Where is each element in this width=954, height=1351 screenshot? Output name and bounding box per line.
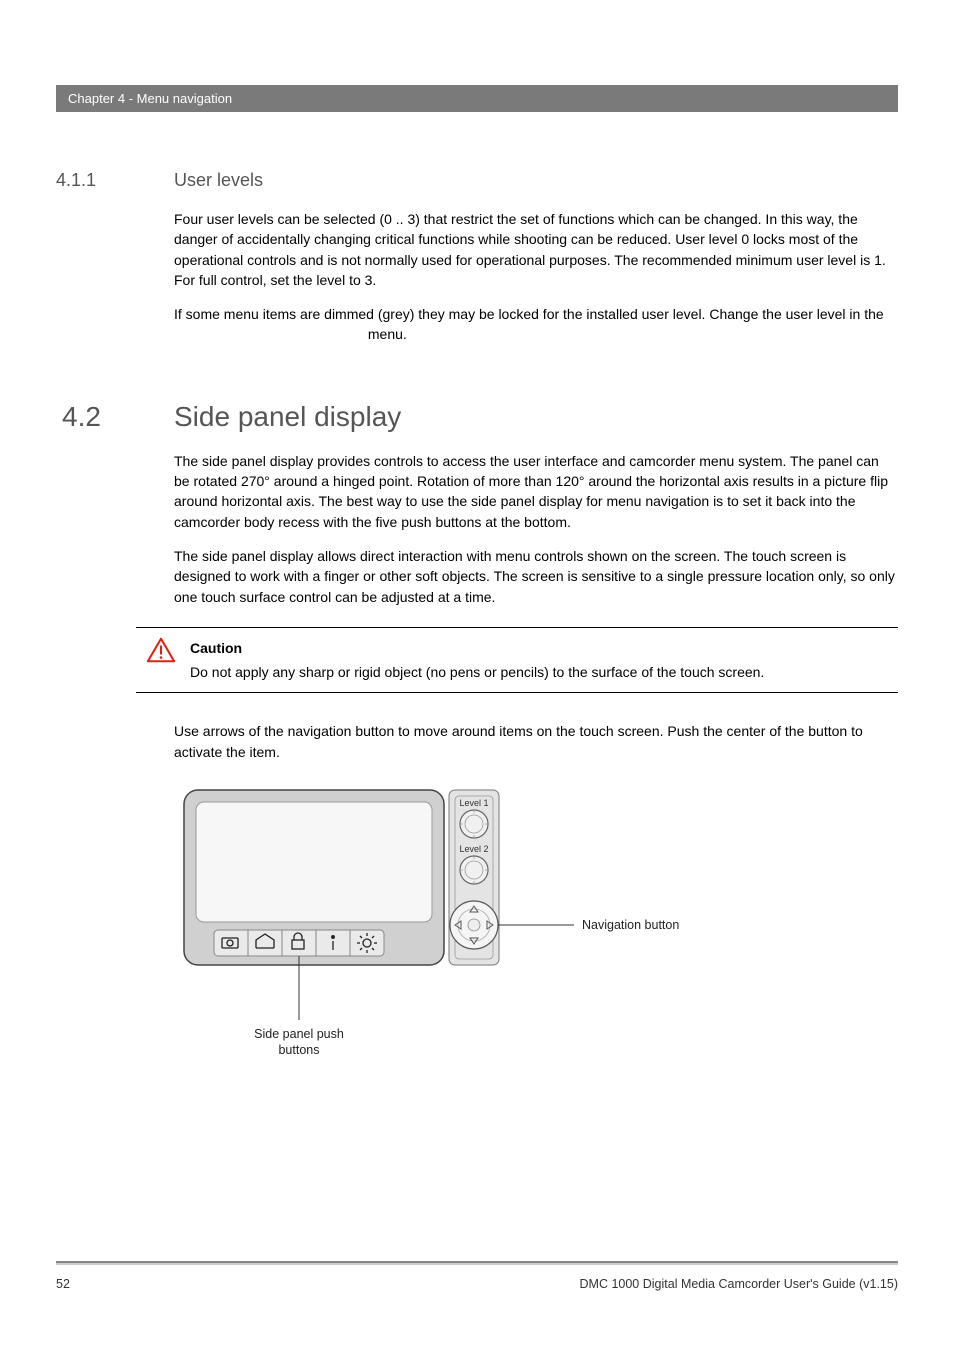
footer-rule [56, 1261, 898, 1265]
paragraph: Four user levels can be selected (0 .. 3… [174, 209, 898, 290]
paragraph: The side panel display provides controls… [174, 451, 898, 532]
page-footer: 52 DMC 1000 Digital Media Camcorder User… [56, 1277, 898, 1291]
paragraph: If some menu items are dimmed (grey) the… [174, 304, 898, 345]
section-number: 4.2 [56, 401, 174, 433]
section-4-2-body-2: Use arrows of the navigation button to m… [174, 721, 898, 762]
text: If some menu items are dimmed (grey) the… [174, 306, 884, 322]
caution-text: Do not apply any sharp or rigid object (… [190, 664, 764, 680]
section-4-2-header: 4.2 Side panel display [56, 401, 898, 433]
text: menu. [368, 326, 407, 342]
svg-text:Side panel push: Side panel push [254, 1027, 344, 1041]
svg-text:buttons: buttons [278, 1043, 319, 1057]
paragraph: The side panel display allows direct int… [174, 546, 898, 607]
caution-label: Caution [190, 638, 898, 658]
caution-icon [146, 636, 176, 664]
chapter-bar: Chapter 4 - Menu navigation [56, 85, 898, 112]
section-4-2-body: The side panel display provides controls… [174, 451, 898, 607]
section-4-1-1-header: 4.1.1 User levels [56, 170, 898, 191]
caution-box: Caution Do not apply any sharp or rigid … [136, 627, 898, 694]
paragraph: Use arrows of the navigation button to m… [174, 721, 898, 762]
page-number: 52 [56, 1277, 70, 1291]
section-number: 4.1.1 [56, 170, 174, 191]
svg-text:Level 2: Level 2 [459, 844, 488, 854]
section-4-1-1-body: Four user levels can be selected (0 .. 3… [174, 209, 898, 345]
doc-title: DMC 1000 Digital Media Camcorder User's … [580, 1277, 898, 1291]
side-panel-figure: Level 1 Level 2 [174, 780, 898, 1075]
svg-text:Level 1: Level 1 [459, 798, 488, 808]
section-title: Side panel display [174, 401, 401, 433]
section-title: User levels [174, 170, 263, 191]
svg-text:Navigation button: Navigation button [582, 918, 679, 932]
